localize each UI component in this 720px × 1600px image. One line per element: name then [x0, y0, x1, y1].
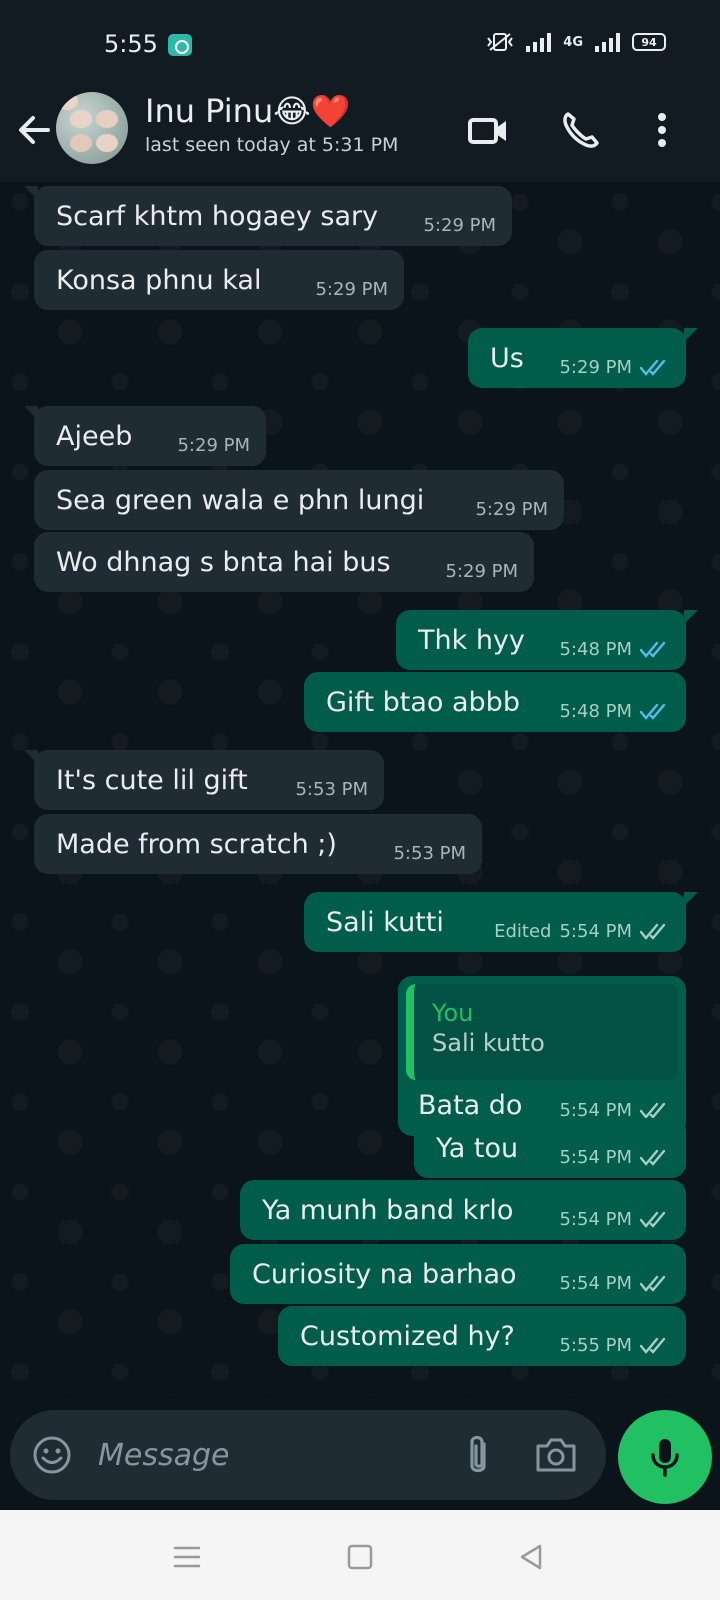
- last-seen-status: last seen today at 5:31 PM: [145, 134, 399, 156]
- system-nav-bar: [0, 1510, 720, 1600]
- message-time: 5:29 PM: [559, 357, 632, 378]
- status-time: 5:55: [104, 30, 158, 58]
- delivered-ticks-icon: [640, 1275, 666, 1292]
- message-text: Gift btao abbb: [326, 686, 520, 718]
- message-bubble[interactable]: Gift btao abbb 5:48 PM: [304, 672, 686, 732]
- message-bubble[interactable]: Sali kutti Edited 5:54 PM: [304, 892, 698, 952]
- quote-author: You: [432, 999, 474, 1027]
- message-text: Sali kutti: [326, 906, 444, 938]
- message-time: 5:29 PM: [177, 435, 250, 456]
- message-text: Ya munh band krlo: [262, 1194, 514, 1226]
- microphone-icon: [651, 1439, 679, 1477]
- message-time: 5:29 PM: [423, 215, 496, 236]
- status-bar: 5:55 4G 94: [0, 0, 720, 88]
- quoted-message[interactable]: You Sali kutto: [406, 984, 678, 1080]
- emoji-icon[interactable]: [32, 1435, 72, 1475]
- message-bubble[interactable]: It's cute lil gift 5:53 PM: [24, 750, 384, 810]
- quote-text: Sali kutto: [432, 1029, 545, 1057]
- voice-call-icon[interactable]: [556, 106, 604, 154]
- message-bubble[interactable]: Scarf khtm hogaey sary 5:29 PM: [24, 186, 512, 246]
- home-square-icon[interactable]: [343, 1540, 377, 1574]
- message-time: 5:54 PM: [559, 1273, 632, 1294]
- battery-level: 94: [641, 35, 657, 49]
- message-time: 5:48 PM: [559, 701, 632, 722]
- message-composer: [10, 1410, 606, 1500]
- message-bubble[interactable]: Ajeeb 5:29 PM: [24, 406, 266, 466]
- chat-thread[interactable]: Scarf khtm hogaey sary 5:29 PM Konsa phn…: [0, 182, 720, 1400]
- message-text: Made from scratch ;): [56, 828, 337, 860]
- message-text: Ya tou: [436, 1132, 519, 1164]
- message-text: It's cute lil gift: [56, 764, 248, 796]
- message-bubble[interactable]: Made from scratch ;) 5:53 PM: [34, 814, 482, 874]
- read-ticks-icon: [640, 703, 666, 720]
- message-time: 5:53 PM: [393, 843, 466, 864]
- message-time: 5:29 PM: [315, 279, 388, 300]
- delivered-ticks-icon: [640, 923, 666, 940]
- message-text: Curiosity na barhao: [252, 1258, 517, 1290]
- message-bubble[interactable]: Wo dhnag s bnta hai bus 5:29 PM: [34, 532, 534, 592]
- status-icons: 4G 94: [486, 32, 666, 52]
- read-ticks-icon: [640, 641, 666, 658]
- message-text: Bata do: [418, 1090, 523, 1121]
- message-time: 5:29 PM: [475, 499, 548, 520]
- message-bubble[interactable]: Curiosity na barhao 5:54 PM: [230, 1244, 686, 1304]
- contact-avatar[interactable]: [56, 92, 128, 164]
- signal-icon: [526, 32, 552, 52]
- network-type: 4G: [563, 34, 583, 50]
- message-text: Wo dhnag s bnta hai bus: [56, 546, 391, 578]
- delivered-ticks-icon: [640, 1149, 666, 1166]
- message-text: Konsa phnu kal: [56, 264, 262, 296]
- back-arrow-icon[interactable]: [14, 110, 54, 150]
- message-time: 5:54 PM: [559, 921, 632, 942]
- video-call-icon[interactable]: [464, 106, 512, 154]
- read-ticks-icon: [640, 359, 666, 376]
- contact-name[interactable]: Inu Pinu😂❤️: [145, 92, 350, 130]
- delivered-ticks-icon: [640, 1211, 666, 1228]
- chat-header: Inu Pinu😂❤️ last seen today at 5:31 PM: [0, 88, 720, 182]
- attach-icon[interactable]: [458, 1432, 498, 1480]
- camera-icon[interactable]: [534, 1434, 578, 1476]
- message-bubble[interactable]: Us 5:29 PM: [468, 328, 698, 388]
- message-bubble[interactable]: Ya tou 5:54 PM: [414, 1118, 686, 1178]
- message-text: Sea green wala e phn lungi: [56, 484, 425, 516]
- app-notification-icon: [168, 34, 192, 56]
- message-text: Customized hy?: [300, 1320, 515, 1352]
- recents-menu-icon[interactable]: [170, 1540, 204, 1574]
- message-bubble[interactable]: Sea green wala e phn lungi 5:29 PM: [34, 470, 564, 530]
- message-text: Us: [490, 342, 524, 374]
- more-options-icon[interactable]: [638, 106, 686, 154]
- message-time: 5:55 PM: [559, 1335, 632, 1356]
- message-time: 5:29 PM: [445, 561, 518, 582]
- message-text: Ajeeb: [56, 420, 133, 452]
- message-bubble[interactable]: Thk hyy 5:48 PM: [396, 610, 698, 670]
- message-input[interactable]: [98, 1428, 418, 1482]
- message-time: 5:53 PM: [295, 779, 368, 800]
- message-time: 5:48 PM: [559, 639, 632, 660]
- message-time: 5:54 PM: [559, 1209, 632, 1230]
- message-text: Thk hyy: [418, 624, 525, 656]
- message-bubble[interactable]: Customized hy? 5:55 PM: [278, 1306, 686, 1366]
- edited-label: Edited: [494, 921, 552, 942]
- delivered-ticks-icon: [640, 1102, 666, 1119]
- message-text: Scarf khtm hogaey sary: [56, 200, 379, 232]
- reply-message-bubble[interactable]: You Sali kutto Bata do 5:54 PM: [398, 976, 686, 1136]
- voice-record-button[interactable]: [618, 1410, 712, 1504]
- message-bubble[interactable]: Konsa phnu kal 5:29 PM: [34, 250, 404, 310]
- vibrate-off-icon: [487, 33, 514, 51]
- signal-icon-2: [595, 32, 620, 52]
- battery-icon: 94: [632, 33, 666, 51]
- delivered-ticks-icon: [640, 1337, 666, 1354]
- message-time: 5:54 PM: [559, 1147, 632, 1168]
- message-bubble[interactable]: Ya munh band krlo 5:54 PM: [240, 1180, 686, 1240]
- back-triangle-icon[interactable]: [514, 1540, 548, 1574]
